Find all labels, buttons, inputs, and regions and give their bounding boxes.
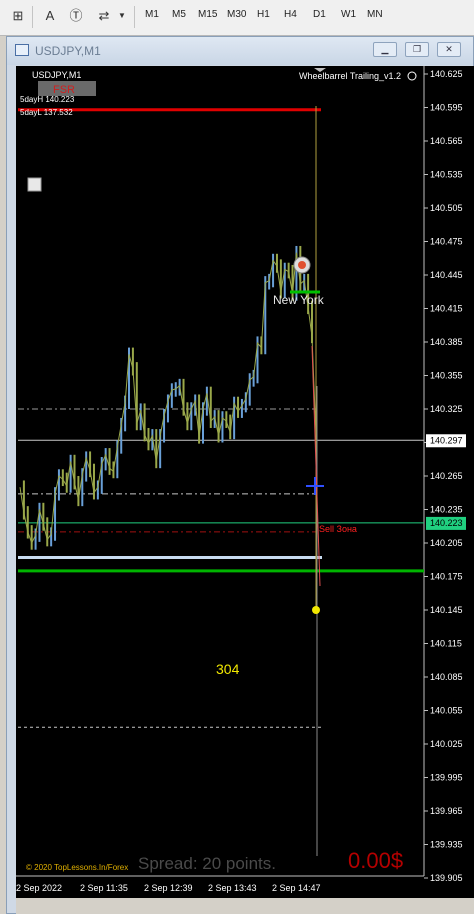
profit-label: 0.00$	[348, 848, 403, 873]
window-title: USDJPY,M1	[35, 44, 101, 58]
current-price-tag: 140.297	[430, 435, 463, 445]
y-tick-label: 140.625	[430, 69, 463, 79]
price-dot	[312, 606, 320, 614]
timeframe-m5-button[interactable]: M5	[172, 9, 186, 20]
timeframe-d1-button[interactable]: D1	[313, 9, 326, 20]
sell-zone-label: Sell Зона	[319, 524, 357, 534]
y-tick-label: 140.205	[430, 538, 463, 548]
x-tick-label: 2 Sep 2022	[16, 883, 62, 893]
y-tick-label: 140.025	[430, 739, 463, 749]
copyright-label: © 2020 TopLessons.In/Forex	[26, 863, 128, 872]
timeframe-mn-button[interactable]: MN	[367, 9, 383, 20]
checkbox[interactable]	[27, 177, 42, 192]
y-tick-label: 140.175	[430, 572, 463, 582]
timeframe-h4-button[interactable]: H4	[284, 9, 297, 20]
toolbar-separator	[134, 6, 135, 28]
price-chart[interactable]: 140.625 140.595 140.565 140.535 140.505 140.4…	[16, 66, 474, 898]
chevron-down-icon[interactable]: ▼	[114, 8, 130, 24]
y-tick-label: 139.905	[430, 873, 463, 883]
timeframe-h1-button[interactable]: H1	[257, 9, 270, 20]
y-tick-label: 140.385	[430, 337, 463, 347]
y-tick-label: 140.115	[430, 639, 462, 649]
price-series-line	[19, 252, 313, 545]
x-tick-label: 2 Sep 14:47	[272, 883, 321, 893]
session-label: New York	[273, 293, 325, 307]
y-tick-label: 140.325	[430, 404, 463, 414]
y-tick-label: 140.445	[430, 270, 463, 280]
y-tick-label: 140.085	[430, 672, 463, 682]
symbol-label: USDJPY,M1	[32, 70, 81, 80]
indicator-label: Wheelbarrel Trailing_v1.2	[299, 71, 401, 81]
x-tick-label: 2 Sep 13:43	[208, 883, 257, 893]
restore-button[interactable]: ❐	[405, 42, 429, 57]
y-tick-label: 139.965	[430, 806, 463, 816]
x-tick-label: 2 Sep 12:39	[144, 883, 193, 893]
window-titlebar[interactable]: USDJPY,M1 ▁ ❐ ✕	[7, 37, 473, 65]
y-tick-label: 139.935	[430, 840, 463, 850]
y-tick-label: 140.535	[430, 170, 463, 180]
timeframe-w1-button[interactable]: W1	[341, 9, 356, 20]
y-tick-label: 140.595	[430, 103, 463, 113]
toolbar: ⊞ A Ⓣ ⇄ ▼ M1 M5 M15 M30 H1 H4 D1 W1 MN	[0, 0, 474, 36]
chart-window-icon	[15, 44, 29, 56]
timeframe-m15-button[interactable]: M15	[198, 9, 217, 20]
shapes-tool-icon[interactable]: ⇄	[96, 8, 112, 24]
y-tick-label: 139.995	[430, 773, 463, 783]
y-tick-label: 140.235	[430, 505, 463, 515]
ny-session-inner-icon	[298, 261, 306, 269]
five-day-high-label: 5dayH 140.223	[20, 95, 75, 104]
y-tick-label: 140.415	[430, 304, 463, 314]
bid-price-tag: 140.223	[430, 518, 463, 528]
y-tick-label: 140.355	[430, 371, 463, 381]
y-tick-label: 140.055	[430, 706, 463, 716]
y-tick-label: 140.565	[430, 136, 463, 146]
minimize-button[interactable]: ▁	[373, 42, 397, 57]
y-tick-label: 140.505	[430, 203, 463, 213]
y-tick-label: 140.475	[430, 237, 463, 247]
count-label: 304	[216, 661, 240, 677]
close-button[interactable]: ✕	[437, 42, 461, 57]
smiley-icon	[407, 71, 417, 81]
timeframe-m1-button[interactable]: M1	[145, 9, 159, 20]
toolbar-separator	[32, 6, 33, 28]
text-tool-button[interactable]: A	[42, 8, 58, 24]
y-tick-label: 140.145	[430, 605, 463, 615]
crosshair-icon[interactable]: ⊞	[10, 8, 26, 24]
five-day-low-label: 5dayL 137.532	[20, 108, 73, 117]
status-strip	[16, 898, 474, 914]
x-tick-label: 2 Sep 11:35	[80, 883, 128, 893]
spread-label: Spread: 20 points.	[138, 854, 276, 873]
y-tick-label: 140.265	[430, 471, 463, 481]
chart-canvas[interactable]: 140.625 140.595 140.565 140.535 140.505 140.4…	[16, 66, 474, 898]
text-label-tool-icon[interactable]: Ⓣ	[68, 8, 84, 24]
timeframe-m30-button[interactable]: M30	[227, 9, 246, 20]
